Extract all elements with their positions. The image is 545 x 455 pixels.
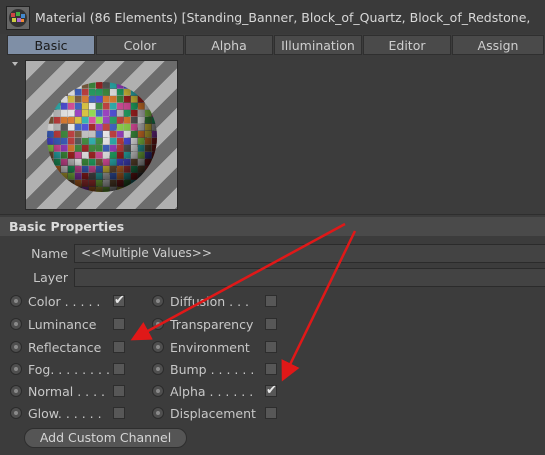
channel-displacement-label: Displacement [170,405,256,421]
collapse-arrow-icon[interactable] [12,62,18,66]
radio-transparency[interactable] [152,318,164,330]
channel-displacement[interactable]: Displacement [152,403,256,423]
channel-reflectance-label: Reflectance [28,339,102,355]
add-custom-channel-button[interactable]: Add Custom Channel [24,428,187,448]
tab-bar: Basic Color Alpha Illumination Editor As… [7,35,545,55]
tab-color[interactable]: Color [96,35,184,55]
radio-color[interactable] [10,295,22,307]
channel-alpha-label: Alpha . . . . . . [170,383,254,399]
layer-label: Layer [33,270,68,285]
radio-fog[interactable] [10,363,22,375]
channel-alpha[interactable]: Alpha . . . . . . [152,381,253,401]
radio-glow[interactable] [10,407,22,419]
channel-luminance[interactable]: Luminance [10,314,96,334]
checkmark-icon: ✔ [266,383,277,398]
checkbox-fog[interactable] [113,363,125,375]
checkbox-displacement[interactable] [265,407,277,419]
checkbox-luminance[interactable] [113,318,125,330]
channel-diffusion-label: Diffusion . . . [170,293,250,309]
material-preview[interactable] [25,60,178,210]
channel-fog-label: Fog. . . . . . . . [28,361,110,377]
material-sphere-image [47,82,157,192]
checkmark-icon: ✔ [114,293,125,308]
checkbox-alpha[interactable]: ✔ [265,383,277,398]
radio-reflectance[interactable] [10,341,22,353]
title-bar: Material (86 Elements) [Standing_Banner,… [0,0,545,34]
checkbox-color[interactable]: ✔ [113,293,125,308]
radio-displacement[interactable] [152,407,164,419]
checkbox-glow[interactable] [113,407,125,419]
channel-color[interactable]: Color . . . . . [10,291,100,311]
tab-assign[interactable]: Assign [452,35,544,55]
radio-alpha[interactable] [152,385,164,397]
channel-normal[interactable]: Normal . . . . [10,381,105,401]
channel-bump-label: Bump . . . . . . [170,361,255,377]
channel-fog[interactable]: Fog. . . . . . . . [10,359,110,379]
radio-bump[interactable] [152,363,164,375]
tab-illumination[interactable]: Illumination [274,35,362,55]
channel-transparency[interactable]: Transparency [152,314,253,334]
tab-editor[interactable]: Editor [363,35,451,55]
channel-environment[interactable]: Environment [152,337,250,357]
sphere-shading [47,82,157,192]
layer-field[interactable] [74,268,545,287]
radio-luminance[interactable] [10,318,22,330]
channel-bump[interactable]: Bump . . . . . . [152,359,254,379]
checkbox-diffusion[interactable] [265,295,277,307]
checkbox-normal[interactable] [113,385,125,397]
name-label: Name [31,246,68,261]
channel-color-label: Color . . . . . [28,293,101,309]
checkbox-transparency[interactable] [265,318,277,330]
channel-luminance-label: Luminance [28,316,97,332]
channel-transparency-label: Transparency [170,316,254,332]
name-field[interactable]: <<Multiple Values>> [74,244,545,263]
radio-normal[interactable] [10,385,22,397]
window-title: Material (86 Elements) [Standing_Banner,… [35,10,531,25]
tab-basic[interactable]: Basic [7,35,95,55]
checkbox-bump[interactable] [265,363,277,375]
channel-glow[interactable]: Glow. . . . . . [10,403,102,423]
checkbox-environment[interactable] [265,341,277,353]
section-divider [0,214,545,215]
checkbox-reflectance[interactable] [113,341,125,353]
channel-glow-label: Glow. . . . . . [28,405,102,421]
material-thumbnail-icon [6,6,30,30]
section-header-basic-properties[interactable]: Basic Properties [0,217,545,236]
radio-environment[interactable] [152,341,164,353]
channel-reflectance[interactable]: Reflectance [10,337,101,357]
channel-diffusion[interactable]: Diffusion . . . [152,291,249,311]
tab-alpha[interactable]: Alpha [185,35,273,55]
channel-environment-label: Environment [170,339,250,355]
channel-normal-label: Normal . . . . [28,383,106,399]
radio-diffusion[interactable] [152,295,164,307]
